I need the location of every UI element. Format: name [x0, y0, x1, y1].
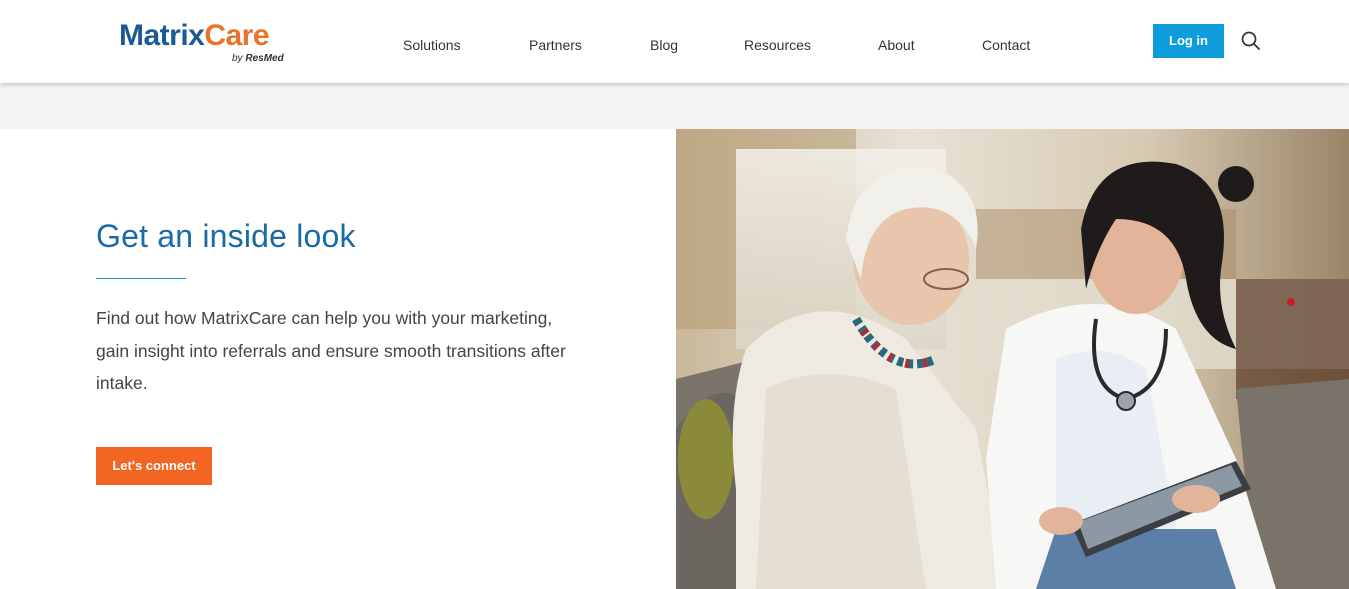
nav-about[interactable]: About — [878, 37, 915, 53]
headline-divider — [96, 278, 186, 279]
nav-partners[interactable]: Partners — [529, 37, 582, 53]
search-icon — [1241, 31, 1260, 50]
logo-wordmark: MatrixCare — [119, 20, 294, 52]
hero-photo — [676, 129, 1349, 589]
logo-byline-brand: ResMed — [245, 53, 284, 64]
nav-solutions[interactable]: Solutions — [403, 37, 461, 53]
hero-headline: Get an inside look — [96, 218, 356, 254]
logo-byline: by ResMed — [232, 53, 284, 64]
login-button[interactable]: Log in — [1153, 24, 1224, 58]
matrixcare-logo[interactable]: MatrixCare by ResMed — [119, 20, 294, 68]
lets-connect-button[interactable]: Let's connect — [96, 447, 212, 485]
nav-contact[interactable]: Contact — [982, 37, 1030, 53]
gray-band — [0, 83, 1349, 129]
logo-matrix-text: Matrix — [119, 19, 205, 52]
logo-byline-prefix: by — [232, 53, 246, 64]
nav-blog[interactable]: Blog — [650, 37, 678, 53]
search-button[interactable] — [1240, 30, 1262, 52]
caregiver-with-senior-image — [676, 129, 1349, 589]
logo-care-text: Care — [204, 19, 270, 52]
site-header: MatrixCare by ResMed Solutions Partners … — [0, 0, 1349, 83]
nav-resources[interactable]: Resources — [744, 37, 811, 53]
hero-body-text: Find out how MatrixCare can help you wit… — [96, 308, 566, 393]
